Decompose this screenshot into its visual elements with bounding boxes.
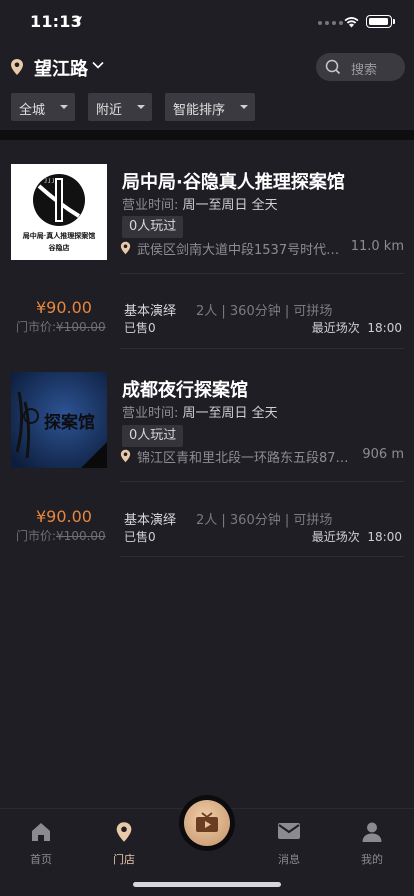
location-pin-icon <box>120 449 131 463</box>
status-bar: 11:13 <box>0 0 414 44</box>
search-icon <box>325 59 341 75</box>
tab-home[interactable]: 首页 <box>11 821 71 867</box>
market-price: 门市价:¥100.00 <box>16 529 106 543</box>
tab-messages-label: 消息 <box>278 853 300 866</box>
latest-session: 最近场次 18:00 <box>311 321 402 335</box>
search-placeholder: 搜索 <box>351 63 378 78</box>
sold-count: 已售0 <box>124 321 156 335</box>
store-pin-icon <box>116 822 132 842</box>
tv-play-icon <box>196 812 218 832</box>
divider <box>120 273 404 274</box>
home-indicator <box>133 882 281 887</box>
package-price: ¥90.00 <box>36 298 92 317</box>
store-name[interactable]: 成都夜行探案馆 <box>122 376 248 402</box>
filter-area[interactable]: 全城 <box>11 93 75 121</box>
center-play-button[interactable] <box>179 795 235 851</box>
location-pin-icon <box>120 241 131 255</box>
latest-session: 最近场次 18:00 <box>311 530 402 544</box>
address-row: 锦江区青和里北段一环路东五段87号附近 906 m <box>120 447 404 466</box>
package-info: 2人 | 360分钟 | 可拼场 <box>196 513 333 528</box>
divider <box>120 481 404 482</box>
wifi-icon <box>344 17 359 28</box>
filter-nearby-label: 附近 <box>96 103 123 118</box>
signal-icon <box>318 21 343 25</box>
store-logo-text: 局中局·真人推理探案馆 <box>22 231 96 240</box>
store-logo-text: 探案馆 <box>44 413 95 433</box>
market-price: 门市价:¥100.00 <box>16 320 106 334</box>
divider <box>120 556 404 557</box>
home-icon <box>32 823 50 841</box>
package-info: 2人 | 360分钟 | 可拼场 <box>196 304 333 319</box>
package-price: ¥90.00 <box>36 507 92 526</box>
tab-home-label: 首页 <box>30 853 52 866</box>
package-row[interactable]: ¥90.00 门市价:¥100.00 基本演绎 2人 | 360分钟 | 可拼场… <box>0 507 414 567</box>
tab-stores-label: 门店 <box>113 853 135 866</box>
package-name: 基本演绎 <box>124 513 177 528</box>
city-selector[interactable]: 望江路 <box>34 55 88 81</box>
store-distance: 906 m <box>362 447 404 462</box>
store-logo-subtext: 谷隐店 <box>48 243 70 252</box>
triangle-down-icon <box>137 105 145 109</box>
package-row[interactable]: ¥90.00 门市价:¥100.00 基本演绎 2人 | 360分钟 | 可拼场… <box>0 298 414 358</box>
filter-sort-label: 智能排序 <box>173 103 226 118</box>
person-icon <box>362 822 382 842</box>
played-count-badge: 0人玩过 <box>122 216 184 238</box>
filter-area-label: 全城 <box>19 103 46 118</box>
triangle-down-icon <box>240 105 248 109</box>
tab-profile[interactable]: 我的 <box>342 821 402 867</box>
filter-nearby[interactable]: 附近 <box>88 93 152 121</box>
store-address: 武侯区剑南大道中段1537号时代晶科名苑 <box>137 243 351 258</box>
location-pin-icon <box>11 59 23 75</box>
store-hours: 营业时间: 周一至周日 全天 <box>122 198 278 213</box>
store-hours: 营业时间: 周一至周日 全天 <box>122 406 278 421</box>
sold-count: 已售0 <box>124 530 156 544</box>
tab-messages[interactable]: 消息 <box>259 821 319 867</box>
chevron-down-icon[interactable] <box>92 61 104 69</box>
divider <box>120 348 404 349</box>
store-address: 锦江区青和里北段一环路东五段87号附近 <box>137 451 357 466</box>
store-distance: 11.0 km <box>350 239 404 254</box>
package-name: 基本演绎 <box>124 304 177 319</box>
section-divider <box>0 130 414 140</box>
played-count-badge: 0人玩过 <box>122 425 184 447</box>
tab-profile-label: 我的 <box>361 853 383 866</box>
address-row: 武侯区剑南大道中段1537号时代晶科名苑 11.0 km <box>120 239 404 258</box>
search-input[interactable]: 搜索 <box>316 53 405 81</box>
filter-sort[interactable]: 智能排序 <box>165 93 255 121</box>
tab-stores[interactable]: 门店 <box>94 821 154 867</box>
mail-icon <box>278 823 300 839</box>
triangle-down-icon <box>60 105 68 109</box>
header: 望江路 搜索 <box>0 50 414 86</box>
battery-icon <box>366 15 395 28</box>
location-arrow-icon <box>72 16 82 26</box>
store-logo: J J J 局中局·真人推理探案馆 谷隐店 <box>11 164 107 260</box>
svg-text:J J J: J J J <box>44 178 54 184</box>
filter-bar: 全城 附近 智能排序 <box>0 93 414 121</box>
store-name[interactable]: 局中局·谷隐真人推理探案馆 <box>122 168 345 194</box>
store-logo: 探案馆 <box>11 372 107 468</box>
